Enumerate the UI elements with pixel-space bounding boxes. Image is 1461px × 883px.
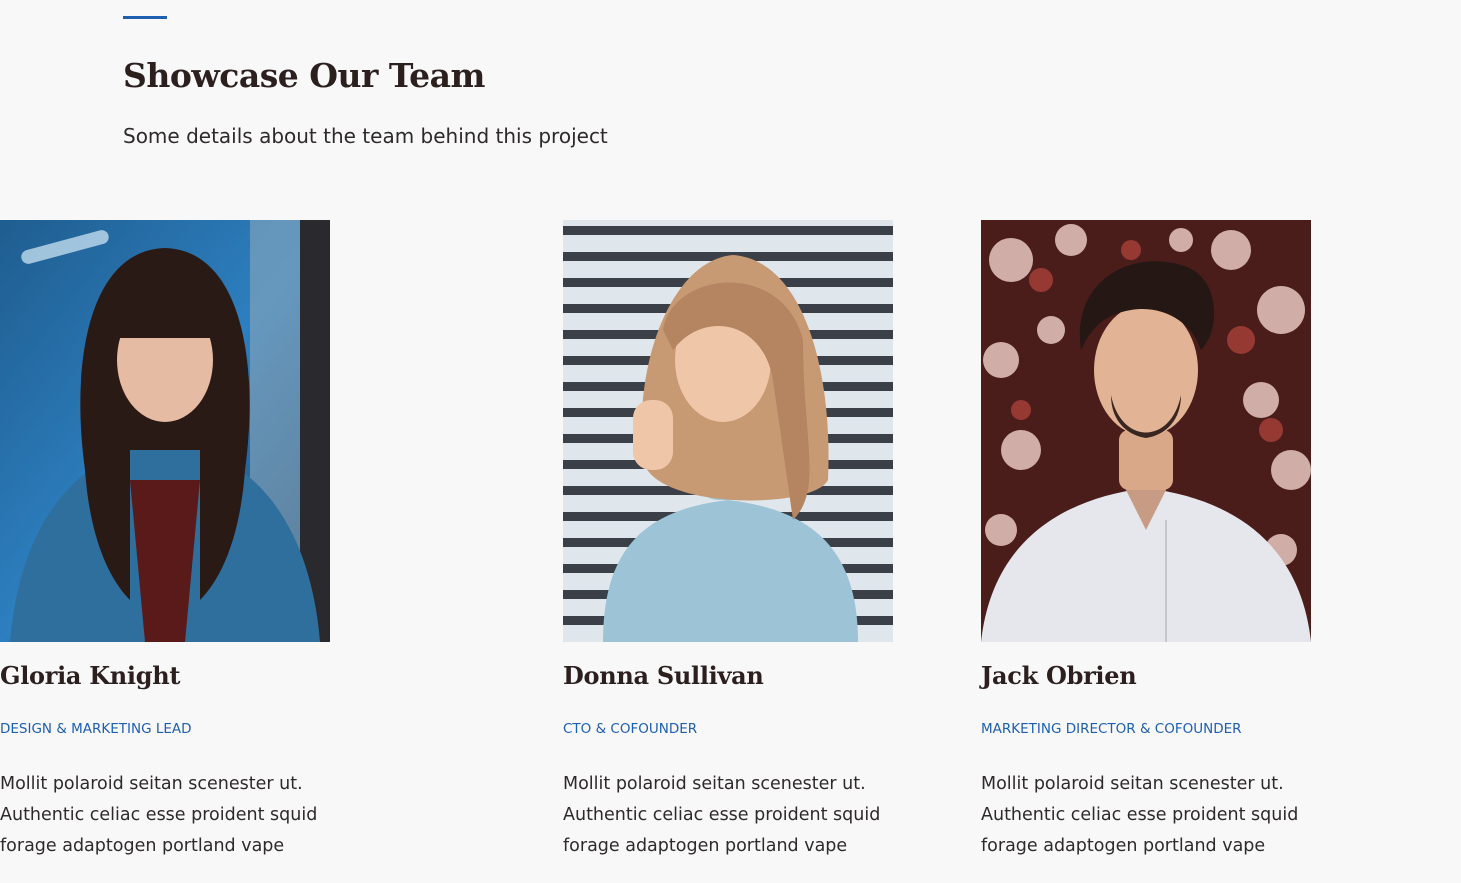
team-member-bio: Mollit polaroid seitan scenester ut. Aut… xyxy=(981,774,1299,856)
team-member-name: Jack Obrien xyxy=(981,661,1137,690)
team-member-bio: Mollit polaroid seitan scenester ut. Aut… xyxy=(563,774,881,856)
team-member-bio: Mollit polaroid seitan scenester ut. Aut… xyxy=(0,774,318,856)
team-member-role: DESIGN & MARKETING LEAD xyxy=(0,721,192,737)
team-member-photo xyxy=(0,220,330,642)
team-card: Gloria Knight DESIGN & MARKETING LEAD Mo… xyxy=(0,220,340,856)
team-card: Jack Obrien MARKETING DIRECTOR & COFOUND… xyxy=(981,220,1321,856)
section-subtitle: Some details about the team behind this … xyxy=(123,124,608,148)
accent-rule xyxy=(123,16,167,19)
team-member-name: Donna Sullivan xyxy=(563,661,764,690)
team-member-photo xyxy=(981,220,1311,642)
team-member-photo xyxy=(563,220,893,642)
section-title: Showcase Our Team xyxy=(123,56,485,95)
team-member-role: CTO & COFOUNDER xyxy=(563,721,698,737)
team-member-name: Gloria Knight xyxy=(0,661,181,690)
team-card: Donna Sullivan CTO & COFOUNDER Mollit po… xyxy=(563,220,903,856)
team-member-role: MARKETING DIRECTOR & COFOUNDER xyxy=(981,721,1242,737)
